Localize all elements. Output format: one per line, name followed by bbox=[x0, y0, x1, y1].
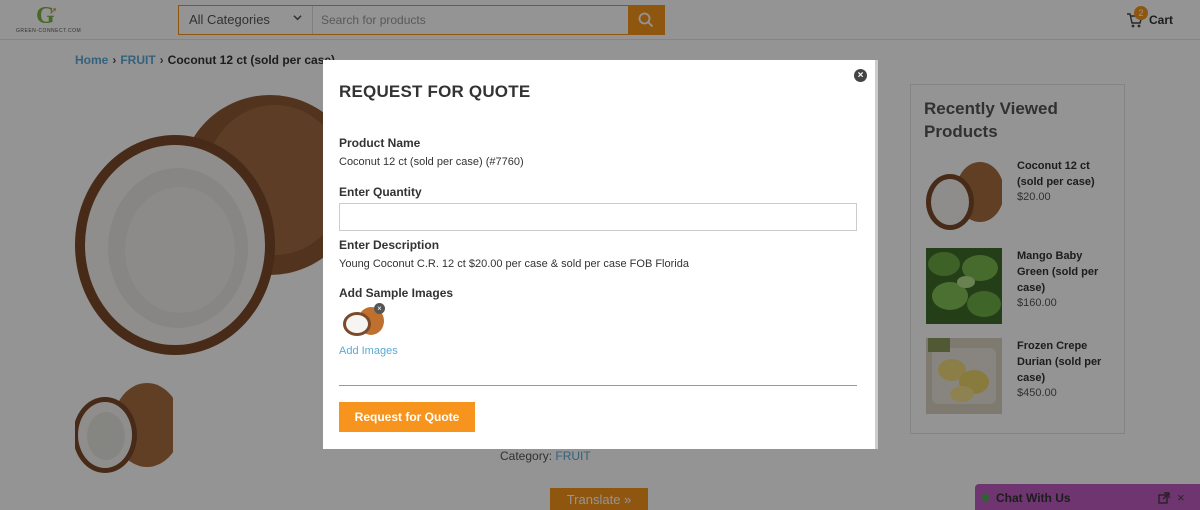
modal-title: REQUEST FOR QUOTE bbox=[339, 82, 531, 101]
product-name-value: Coconut 12 ct (sold per case) (#7760) bbox=[339, 156, 524, 168]
request-for-quote-button[interactable]: Request for Quote bbox=[339, 402, 475, 432]
close-icon[interactable]: × bbox=[854, 69, 867, 82]
add-images-link[interactable]: Add Images bbox=[339, 345, 398, 357]
quantity-input[interactable] bbox=[339, 203, 857, 231]
request-quote-modal: × REQUEST FOR QUOTE Product Name Coconut… bbox=[323, 60, 878, 449]
remove-image-icon[interactable]: × bbox=[374, 303, 385, 314]
sample-images-label: Add Sample Images bbox=[339, 286, 454, 300]
product-name-label: Product Name bbox=[339, 136, 421, 150]
divider bbox=[339, 385, 857, 386]
description-label: Enter Description bbox=[339, 238, 440, 252]
quantity-label: Enter Quantity bbox=[339, 185, 422, 199]
description-value[interactable]: Young Coconut C.R. 12 ct $20.00 per case… bbox=[339, 258, 689, 270]
